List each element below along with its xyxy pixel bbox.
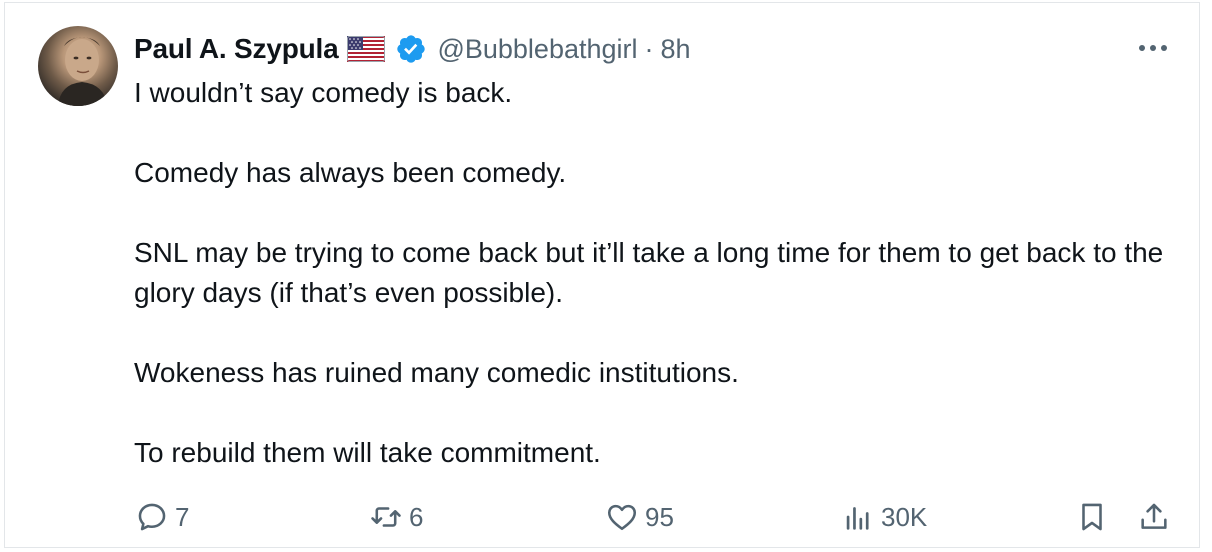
tweet-timestamp[interactable]: 8h — [661, 34, 691, 65]
separator-dot: · — [644, 33, 654, 64]
tweet-paragraph: I wouldn’t say comedy is back. — [134, 77, 513, 108]
author-name[interactable]: Paul A. Szypula — [134, 33, 339, 65]
views-count: 30K — [881, 501, 928, 532]
more-dots-icon — [1139, 45, 1167, 51]
reply-count: 7 — [175, 501, 190, 532]
avatar-photo — [58, 37, 108, 106]
avatar[interactable] — [38, 26, 118, 106]
like-button[interactable]: 95 — [605, 497, 674, 537]
verified-badge-icon[interactable] — [395, 33, 427, 65]
heart-icon — [607, 504, 637, 531]
tweet-paragraph: Comedy has always been comedy. — [134, 157, 567, 188]
tweet-actions: 7 6 95 30K — [135, 497, 1175, 537]
more-options-button[interactable] — [1133, 33, 1173, 63]
us-flag-icon — [347, 36, 386, 62]
retweet-count: 6 — [409, 501, 424, 532]
like-count: 95 — [645, 501, 674, 532]
tweet-header: Paul A. Szypula @Bubblebathgirl · 8h — [134, 29, 691, 69]
retweet-icon — [371, 507, 401, 527]
share-button[interactable] — [1137, 497, 1171, 537]
analytics-icon — [846, 507, 869, 530]
tweet-card[interactable]: Paul A. Szypula @Bubblebathgirl · 8h I w… — [4, 2, 1200, 548]
retweet-button[interactable]: 6 — [369, 497, 423, 537]
tweet-paragraph: SNL may be trying to come back but it’ll… — [134, 237, 1164, 308]
bookmark-button[interactable] — [1075, 497, 1109, 537]
tweet-text: I wouldn’t say comedy is back. Comedy ha… — [134, 73, 1174, 473]
reply-icon — [138, 503, 166, 531]
tweet-paragraph: To rebuild them will take commitment. — [134, 437, 601, 468]
share-icon — [1141, 503, 1167, 529]
author-handle[interactable]: @Bubblebathgirl — [437, 34, 637, 65]
views-button[interactable]: 30K — [841, 497, 927, 537]
tweet-paragraph: Wokeness has ruined many comedic institu… — [134, 357, 739, 388]
reply-button[interactable]: 7 — [135, 497, 189, 537]
bookmark-icon — [1082, 503, 1102, 531]
